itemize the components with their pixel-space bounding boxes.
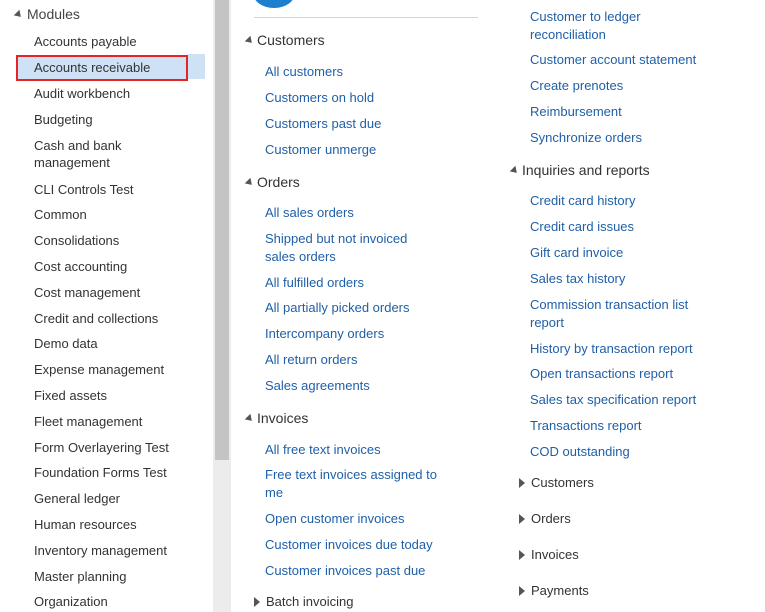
expand-triangle-icon [244, 177, 255, 188]
module-item-master-planning[interactable]: Master planning [16, 563, 206, 589]
link-customer-invoices-due-today[interactable]: Customer invoices due today [265, 536, 433, 554]
link-commission-transaction-list-report[interactable]: Commission transaction list report [530, 296, 720, 332]
expand-triangle-icon [13, 9, 24, 20]
link-transactions-report[interactable]: Transactions report [530, 417, 642, 435]
module-item-expense-management[interactable]: Expense management [16, 357, 206, 383]
link-open-transactions-report[interactable]: Open transactions report [530, 365, 673, 383]
header-divider [254, 17, 478, 18]
group-header-customers-collapsed[interactable]: Customers [519, 475, 594, 490]
link-create-prenotes[interactable]: Create prenotes [530, 77, 623, 95]
module-item-general-ledger[interactable]: General ledger [16, 486, 206, 512]
link-synchronize-orders[interactable]: Synchronize orders [530, 129, 642, 147]
module-item-accounts-receivable[interactable]: Accounts receivable [16, 54, 188, 81]
link-all-free-text-invoices[interactable]: All free text invoices [265, 441, 381, 459]
link-customers-on-hold[interactable]: Customers on hold [265, 89, 374, 107]
link-customer-unmerge[interactable]: Customer unmerge [265, 141, 376, 159]
expand-triangle-icon [244, 35, 255, 46]
group-header-label: Orders [257, 174, 300, 190]
collapse-triangle-icon [254, 596, 260, 607]
group-header-label: Batch invoicing [266, 594, 354, 609]
group-header-label: Inquiries and reports [522, 162, 650, 178]
module-item-credit-and-collections[interactable]: Credit and collections [16, 305, 206, 331]
expand-triangle-icon [509, 165, 520, 176]
scrollbar-thumb[interactable] [215, 0, 229, 460]
group-header-customers[interactable]: Customers [244, 32, 325, 48]
link-all-return-orders[interactable]: All return orders [265, 351, 357, 369]
group-header-label: Orders [531, 511, 571, 526]
group-header-invoices-collapsed[interactable]: Invoices [519, 547, 579, 562]
link-customer-to-ledger-reconciliation[interactable]: Customer to ledger reconciliation [530, 8, 680, 44]
module-item-inventory-management[interactable]: Inventory management [16, 537, 206, 563]
module-list: Accounts payable Accounts receivable Aud… [16, 29, 206, 612]
link-reimbursement[interactable]: Reimbursement [530, 103, 622, 121]
group-header-orders-collapsed[interactable]: Orders [519, 511, 571, 526]
link-sales-agreements[interactable]: Sales agreements [265, 377, 370, 395]
collapse-triangle-icon [519, 549, 525, 560]
module-item-foundation-forms-test[interactable]: Foundation Forms Test [16, 460, 206, 486]
module-item-cli-controls-test[interactable]: CLI Controls Test [16, 176, 206, 202]
module-item-audit-workbench[interactable]: Audit workbench [16, 81, 206, 107]
module-item-human-resources[interactable]: Human resources [16, 512, 206, 538]
link-shipped-not-invoiced[interactable]: Shipped but not invoiced sales orders [265, 230, 435, 266]
link-customers-past-due[interactable]: Customers past due [265, 115, 381, 133]
modules-header-label: Modules [27, 6, 80, 22]
group-header-label: Customers [257, 32, 325, 48]
group-header-label: Customers [531, 475, 594, 490]
module-item-fixed-assets[interactable]: Fixed assets [16, 383, 206, 409]
modules-panel: Modules Accounts payable Accounts receiv… [0, 0, 213, 612]
link-all-sales-orders[interactable]: All sales orders [265, 204, 354, 222]
link-customer-invoices-past-due[interactable]: Customer invoices past due [265, 562, 425, 580]
group-header-batch-invoicing[interactable]: Batch invoicing [254, 594, 353, 609]
module-item-consolidations[interactable]: Consolidations [16, 228, 206, 254]
link-credit-card-history[interactable]: Credit card history [530, 192, 635, 210]
link-customer-account-statement[interactable]: Customer account statement [530, 51, 696, 69]
link-cod-outstanding[interactable]: COD outstanding [530, 443, 630, 461]
module-item-demo-data[interactable]: Demo data [16, 331, 206, 357]
link-sales-tax-history[interactable]: Sales tax history [530, 270, 625, 288]
module-item-organization[interactable]: Organization [16, 589, 206, 612]
link-free-text-invoices-assigned-to-me[interactable]: Free text invoices assigned to me [265, 466, 445, 502]
module-item-cost-accounting[interactable]: Cost accounting [16, 254, 206, 280]
module-item-fleet-management[interactable]: Fleet management [16, 408, 206, 434]
module-item-cash-and-bank-management[interactable]: Cash and bank management [16, 132, 136, 176]
group-header-payments-collapsed[interactable]: Payments [519, 583, 589, 598]
link-sales-tax-specification-report[interactable]: Sales tax specification report [530, 391, 696, 409]
link-history-by-transaction-report[interactable]: History by transaction report [530, 340, 693, 358]
collapse-triangle-icon [519, 585, 525, 596]
group-header-label: Invoices [257, 410, 309, 426]
group-header-label: Payments [531, 583, 589, 598]
group-header-label: Invoices [531, 547, 579, 562]
link-credit-card-issues[interactable]: Credit card issues [530, 218, 634, 236]
module-item-cost-management[interactable]: Cost management [16, 279, 206, 305]
link-gift-card-invoice[interactable]: Gift card invoice [530, 244, 623, 262]
group-header-invoices[interactable]: Invoices [244, 410, 309, 426]
group-header-inquiries-and-reports[interactable]: Inquiries and reports [509, 162, 650, 178]
modules-header[interactable]: Modules [13, 6, 80, 22]
module-item-budgeting[interactable]: Budgeting [16, 106, 206, 132]
module-item-form-overlayering-test[interactable]: Form Overlayering Test [16, 434, 206, 460]
collapse-triangle-icon [519, 513, 525, 524]
link-all-fulfilled-orders[interactable]: All fulfilled orders [265, 274, 364, 292]
module-item-common[interactable]: Common [16, 202, 206, 228]
link-all-customers[interactable]: All customers [265, 63, 343, 81]
link-open-customer-invoices[interactable]: Open customer invoices [265, 510, 404, 528]
group-header-orders[interactable]: Orders [244, 174, 300, 190]
expand-triangle-icon [244, 413, 255, 424]
link-all-partially-picked-orders[interactable]: All partially picked orders [265, 299, 410, 317]
link-intercompany-orders[interactable]: Intercompany orders [265, 325, 384, 343]
module-item-accounts-payable[interactable]: Accounts payable [16, 29, 206, 55]
collapse-triangle-icon [519, 477, 525, 488]
